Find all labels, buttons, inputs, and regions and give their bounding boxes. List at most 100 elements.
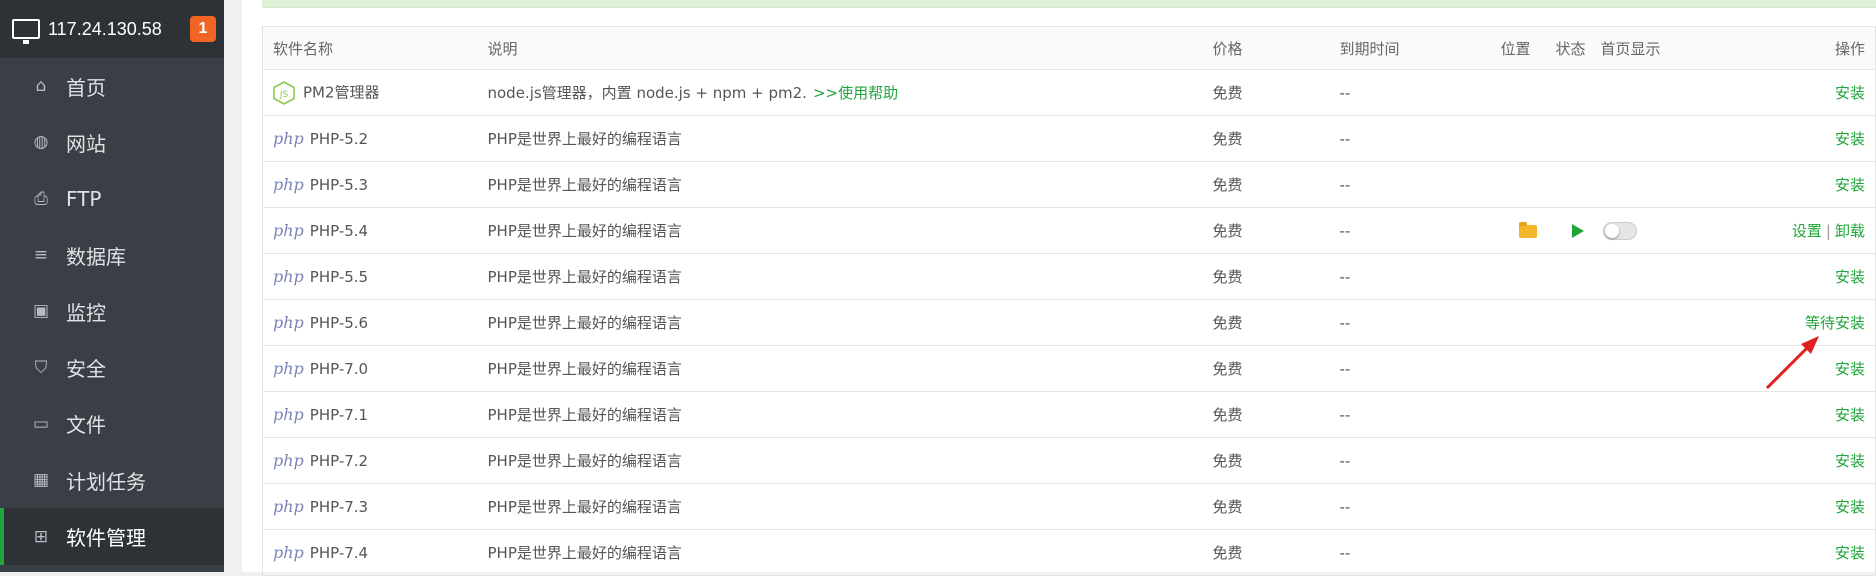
sidebar-item-4[interactable]: ▣ 监控: [0, 283, 224, 339]
cell-name: php PHP-5.2: [263, 116, 488, 162]
cell-name: php PHP-5.4: [263, 208, 488, 254]
cell-actions: 安装: [1721, 484, 1876, 530]
cell-actions: 设置 | 卸载: [1721, 208, 1876, 254]
cell-expire: --: [1339, 221, 1351, 240]
cell-home-display: [1601, 70, 1721, 116]
action-link[interactable]: 安装: [1835, 268, 1865, 286]
php-logo-icon: php: [273, 543, 304, 562]
folder-open-icon[interactable]: [1519, 221, 1537, 238]
cell-position: [1501, 254, 1556, 300]
cell-status: [1556, 162, 1601, 208]
software-desc: PHP是世界上最好的编程语言: [487, 498, 682, 516]
action-link[interactable]: 等待安装: [1805, 314, 1865, 332]
action-link[interactable]: 安装: [1835, 360, 1865, 378]
cell-home-display: [1601, 392, 1721, 438]
action-link[interactable]: 安装: [1835, 452, 1865, 470]
sidebar-item-5[interactable]: ⛉ 安全: [0, 339, 224, 395]
php-logo-icon: php: [273, 313, 304, 332]
php-logo-icon: php: [273, 359, 304, 378]
cell-price: 免费: [1212, 222, 1243, 240]
server-ip: 117.24.130.58: [48, 18, 162, 39]
cell-actions: 安装: [1721, 254, 1876, 300]
action-link[interactable]: 安装: [1835, 130, 1865, 148]
sidebar-item-label: 数据库: [66, 244, 126, 269]
cell-home-display: [1601, 346, 1721, 392]
action-link[interactable]: 卸载: [1835, 222, 1865, 240]
home-icon: ⌂: [35, 76, 47, 97]
home-display-toggle[interactable]: [1602, 221, 1637, 240]
cell-actions: 安装: [1721, 346, 1876, 392]
cell-home-display: [1601, 254, 1721, 300]
cell-expire: --: [1339, 83, 1351, 102]
cell-position: [1501, 438, 1556, 484]
cell-home-display: [1601, 300, 1721, 346]
cell-price: 免费: [1212, 130, 1243, 148]
sidebar-item-0[interactable]: ⌂ 首页: [0, 58, 224, 114]
cell-home-display: [1601, 484, 1721, 530]
software-name: PHP-5.5: [309, 268, 369, 286]
cell-expire: --: [1339, 267, 1351, 286]
col-header-expire: 到期时间: [1339, 26, 1501, 70]
cell-expire: --: [1339, 543, 1351, 562]
cell-price: 免费: [1212, 452, 1243, 470]
action-link[interactable]: 安装: [1835, 84, 1865, 102]
cell-price: 免费: [1212, 268, 1243, 286]
sidebar-item-6[interactable]: ▭ 文件: [0, 396, 224, 452]
action-link[interactable]: 安装: [1835, 176, 1865, 194]
cell-actions: 安装: [1721, 116, 1876, 162]
action-separator: |: [1825, 222, 1831, 240]
col-header-price: 价格: [1212, 26, 1340, 70]
software-desc: PHP是世界上最好的编程语言: [487, 314, 682, 332]
sidebar-item-7[interactable]: ▦ 计划任务: [0, 452, 224, 508]
play-status-icon[interactable]: [1572, 224, 1584, 238]
cell-desc: PHP是世界上最好的编程语言: [488, 162, 1213, 208]
table-row: JS PM2管理器 node.js管理器，内置 node.js + npm + pm…: [262, 70, 1876, 116]
sidebar-item-label: 首页: [66, 75, 106, 100]
cell-home-display: [1601, 162, 1721, 208]
software-name: PHP-7.3: [309, 498, 369, 516]
col-header-status: 状态: [1555, 26, 1601, 70]
cell-price: 免费: [1212, 176, 1243, 194]
cell-expire: --: [1339, 129, 1351, 148]
software-desc: PHP是世界上最好的编程语言: [487, 130, 682, 148]
software-name: PM2管理器: [303, 83, 380, 101]
table-header-row: 软件名称 说明 价格 到期时间 位置 状态 首页显示 操作: [262, 26, 1876, 70]
software-name: PHP-7.0: [309, 360, 369, 378]
table-body: JS PM2管理器 node.js管理器，内置 node.js + npm + pm…: [262, 70, 1876, 576]
cell-desc: PHP是世界上最好的编程语言: [488, 300, 1213, 346]
sidebar-item-2[interactable]: ⎙ FTP: [0, 171, 224, 227]
action-link[interactable]: 设置: [1792, 222, 1822, 240]
cell-status: [1556, 208, 1601, 254]
help-link[interactable]: >>使用帮助: [813, 84, 898, 102]
cell-position: [1501, 392, 1556, 438]
cell-position: [1501, 162, 1556, 208]
action-link[interactable]: 安装: [1835, 544, 1865, 562]
cell-status: [1556, 346, 1601, 392]
cell-price: 免费: [1212, 84, 1243, 102]
cell-position: [1501, 70, 1556, 116]
software-name: PHP-5.6: [309, 314, 369, 332]
sidebar-item-1[interactable]: ◍ 网站: [0, 114, 224, 170]
ftp-icon: ⎙: [34, 188, 48, 209]
sidebar-item-3[interactable]: ≡ 数据库: [0, 227, 224, 283]
cell-price: 免费: [1212, 544, 1243, 562]
folder-icon: ▭: [32, 413, 50, 434]
action-link[interactable]: 安装: [1835, 406, 1865, 424]
software-desc: PHP是世界上最好的编程语言: [487, 406, 682, 424]
table-row: php PHP-7.2 PHP是世界上最好的编程语言 免费 -- 安装: [262, 438, 1876, 484]
cell-desc: PHP是世界上最好的编程语言: [488, 530, 1213, 576]
cell-desc: PHP是世界上最好的编程语言: [488, 254, 1213, 300]
software-name: PHP-7.1: [309, 406, 369, 424]
cell-status: [1556, 484, 1601, 530]
sidebar-item-8[interactable]: ⊞ 软件管理: [0, 508, 224, 565]
notification-badge[interactable]: 1: [190, 16, 216, 42]
software-desc: PHP是世界上最好的编程语言: [487, 222, 682, 240]
sidebar-item-label: FTP: [66, 186, 102, 211]
cell-position: [1501, 530, 1556, 576]
cell-desc: PHP是世界上最好的编程语言: [488, 392, 1213, 438]
cell-price: 免费: [1212, 406, 1243, 424]
shield-icon: ⛉: [34, 357, 48, 378]
action-link[interactable]: 安装: [1835, 498, 1865, 516]
cell-status: [1556, 392, 1601, 438]
table-row: php PHP-5.2 PHP是世界上最好的编程语言 免费 -- 安装: [262, 116, 1876, 162]
